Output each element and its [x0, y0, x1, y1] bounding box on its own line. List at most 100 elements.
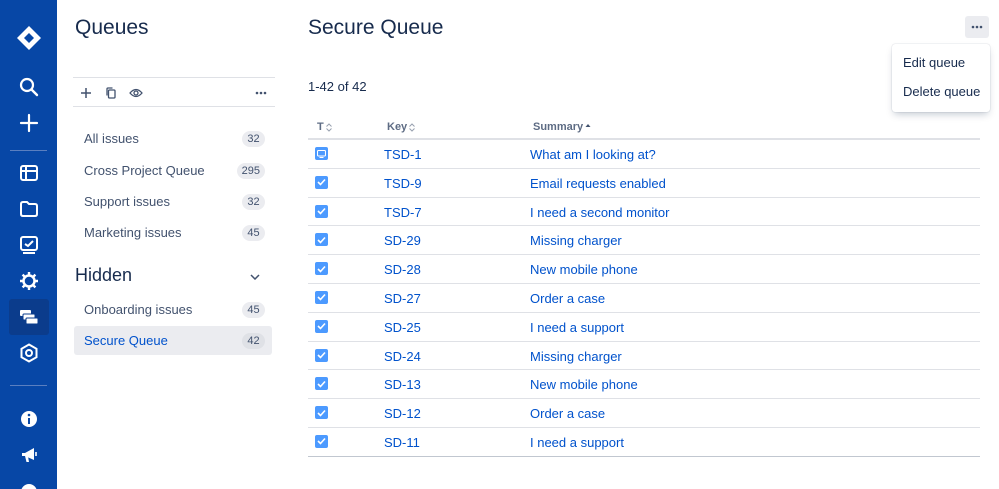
table-row[interactable]: SD-28 New mobile phone [308, 255, 980, 284]
task-checkbox-icon [315, 262, 328, 276]
task-checkbox-icon [315, 434, 328, 448]
table-row[interactable]: SD-11 I need a support [308, 428, 980, 457]
queue-count-badge: 42 [242, 333, 265, 349]
queue-actions-dropdown: Edit queue Delete queue [892, 44, 990, 112]
task-checkbox-icon [315, 377, 328, 391]
result-count: 1-42 of 42 [308, 79, 367, 94]
issue-summary-link[interactable]: Order a case [530, 291, 605, 306]
queue-count-badge: 45 [242, 302, 265, 318]
issue-key-link[interactable]: SD-24 [384, 349, 421, 364]
issue-key-link[interactable]: SD-13 [384, 377, 421, 392]
issue-key-link[interactable]: SD-27 [384, 291, 421, 306]
queue-count-badge: 295 [236, 163, 265, 179]
column-header-summary[interactable]: Summary [533, 121, 591, 133]
sidebar-item-onboarding-issues[interactable]: Onboarding issues 45 [74, 295, 272, 324]
main-content: Secure Queue 1-42 of 42 Edit queue Delet… [287, 0, 999, 489]
more-actions-button[interactable] [965, 16, 989, 38]
sidebar-item-marketing-issues[interactable]: Marketing issues 45 [74, 218, 272, 247]
sort-icon [325, 122, 332, 132]
issue-summary-link[interactable]: Order a case [530, 406, 605, 421]
page-title: Secure Queue [308, 16, 444, 39]
sidebar-item-label: All issues [84, 131, 139, 146]
issue-key-link[interactable]: SD-12 [384, 406, 421, 421]
watch-eye-icon[interactable] [125, 82, 147, 104]
issue-summary-link[interactable]: I need a support [530, 435, 624, 450]
task-checkbox-icon [315, 175, 328, 189]
queue-count-badge: 45 [242, 225, 265, 241]
sidebar-item-label: Marketing issues [84, 225, 182, 240]
task-checkbox-icon [315, 319, 328, 333]
table-row[interactable]: SD-25 I need a support [308, 313, 980, 342]
sidebar-item-secure-queue[interactable]: Secure Queue 42 [74, 326, 272, 355]
table-row[interactable]: TSD-9 Email requests enabled [308, 169, 980, 198]
table-row[interactable]: SD-27 Order a case [308, 284, 980, 313]
sidebar-item-label: Cross Project Queue [84, 163, 205, 178]
column-header-key[interactable]: Key [387, 121, 416, 133]
issues-table: T Key Summary TSD-1 What am I looking at?… [308, 116, 980, 457]
issue-key-link[interactable]: SD-25 [384, 320, 421, 335]
settings-gear-icon[interactable] [9, 263, 49, 299]
task-checkbox-icon [315, 290, 328, 304]
sidebar-toolbar [73, 77, 275, 107]
global-nav [0, 0, 57, 489]
search-icon[interactable] [9, 69, 49, 105]
projects-folder-icon[interactable] [9, 191, 49, 227]
sidebar-item-all-issues[interactable]: All issues 32 [74, 124, 272, 153]
nav-divider [10, 150, 47, 151]
service-request-icon [315, 147, 328, 160]
issue-summary-link[interactable]: I need a support [530, 320, 624, 335]
edit-queue-menu-item[interactable]: Edit queue [892, 48, 990, 77]
table-row[interactable]: SD-13 New mobile phone [308, 370, 980, 400]
queue-count-badge: 32 [242, 131, 265, 147]
table-row[interactable]: SD-24 Missing charger [308, 342, 980, 371]
queues-sidebar: Queues All issues 32 Cross Project Queue… [57, 0, 287, 489]
delete-queue-menu-item[interactable]: Delete queue [892, 77, 990, 106]
issue-summary-link[interactable]: New mobile phone [530, 262, 638, 277]
table-row[interactable]: SD-29 Missing charger [308, 226, 980, 256]
queue-count-badge: 32 [242, 194, 265, 210]
sidebar-title: Queues [75, 16, 149, 39]
issue-key-link[interactable]: TSD-9 [384, 176, 422, 191]
task-checkbox-icon [315, 348, 328, 362]
sidebar-item-label: Onboarding issues [84, 302, 193, 317]
issue-summary-link[interactable]: New mobile phone [530, 377, 638, 392]
column-header-label: Key [387, 121, 408, 133]
issue-key-link[interactable]: SD-28 [384, 262, 421, 277]
megaphone-icon[interactable] [9, 437, 49, 473]
issue-summary-link[interactable]: Missing charger [530, 349, 622, 364]
task-checkbox-icon [315, 233, 328, 247]
issue-key-link[interactable]: SD-11 [384, 435, 420, 450]
table-row[interactable]: TSD-1 What am I looking at? [308, 140, 980, 169]
issue-summary-link[interactable]: I need a second monitor [530, 205, 669, 220]
add-icon[interactable] [75, 82, 97, 104]
chevron-down-icon[interactable] [247, 269, 263, 285]
board-icon[interactable] [9, 155, 49, 191]
sidebar-item-cross-project-queue[interactable]: Cross Project Queue 295 [74, 156, 272, 185]
issue-summary-link[interactable]: Email requests enabled [530, 176, 666, 191]
sidebar-item-support-issues[interactable]: Support issues 32 [74, 187, 272, 216]
issue-key-link[interactable]: TSD-7 [384, 205, 422, 220]
table-row[interactable]: SD-12 Order a case [308, 399, 980, 428]
hexagon-icon[interactable] [9, 335, 49, 371]
column-header-type[interactable]: T [317, 121, 332, 133]
table-row[interactable]: TSD-7 I need a second monitor [308, 198, 980, 227]
column-header-label: T [317, 121, 324, 133]
table-header: T Key Summary [308, 116, 980, 140]
issue-summary-link[interactable]: What am I looking at? [530, 147, 656, 162]
create-plus-icon[interactable] [9, 105, 49, 141]
task-checkbox-icon [315, 406, 328, 420]
issue-summary-link[interactable]: Missing charger [530, 233, 622, 248]
sort-ascending-icon [585, 123, 591, 127]
copy-icon[interactable] [100, 82, 122, 104]
task-checkbox-icon [315, 204, 328, 218]
issue-key-link[interactable]: TSD-1 [384, 147, 422, 162]
issue-key-link[interactable]: SD-29 [384, 233, 421, 248]
jira-logo-icon[interactable] [9, 20, 49, 56]
reports-icon[interactable] [9, 227, 49, 263]
profile-icon[interactable] [9, 474, 49, 489]
nav-divider [10, 385, 47, 386]
info-icon[interactable] [9, 401, 49, 437]
queues-icon[interactable] [9, 299, 49, 335]
sidebar-item-label: Support issues [84, 194, 170, 209]
more-icon[interactable] [250, 82, 272, 104]
